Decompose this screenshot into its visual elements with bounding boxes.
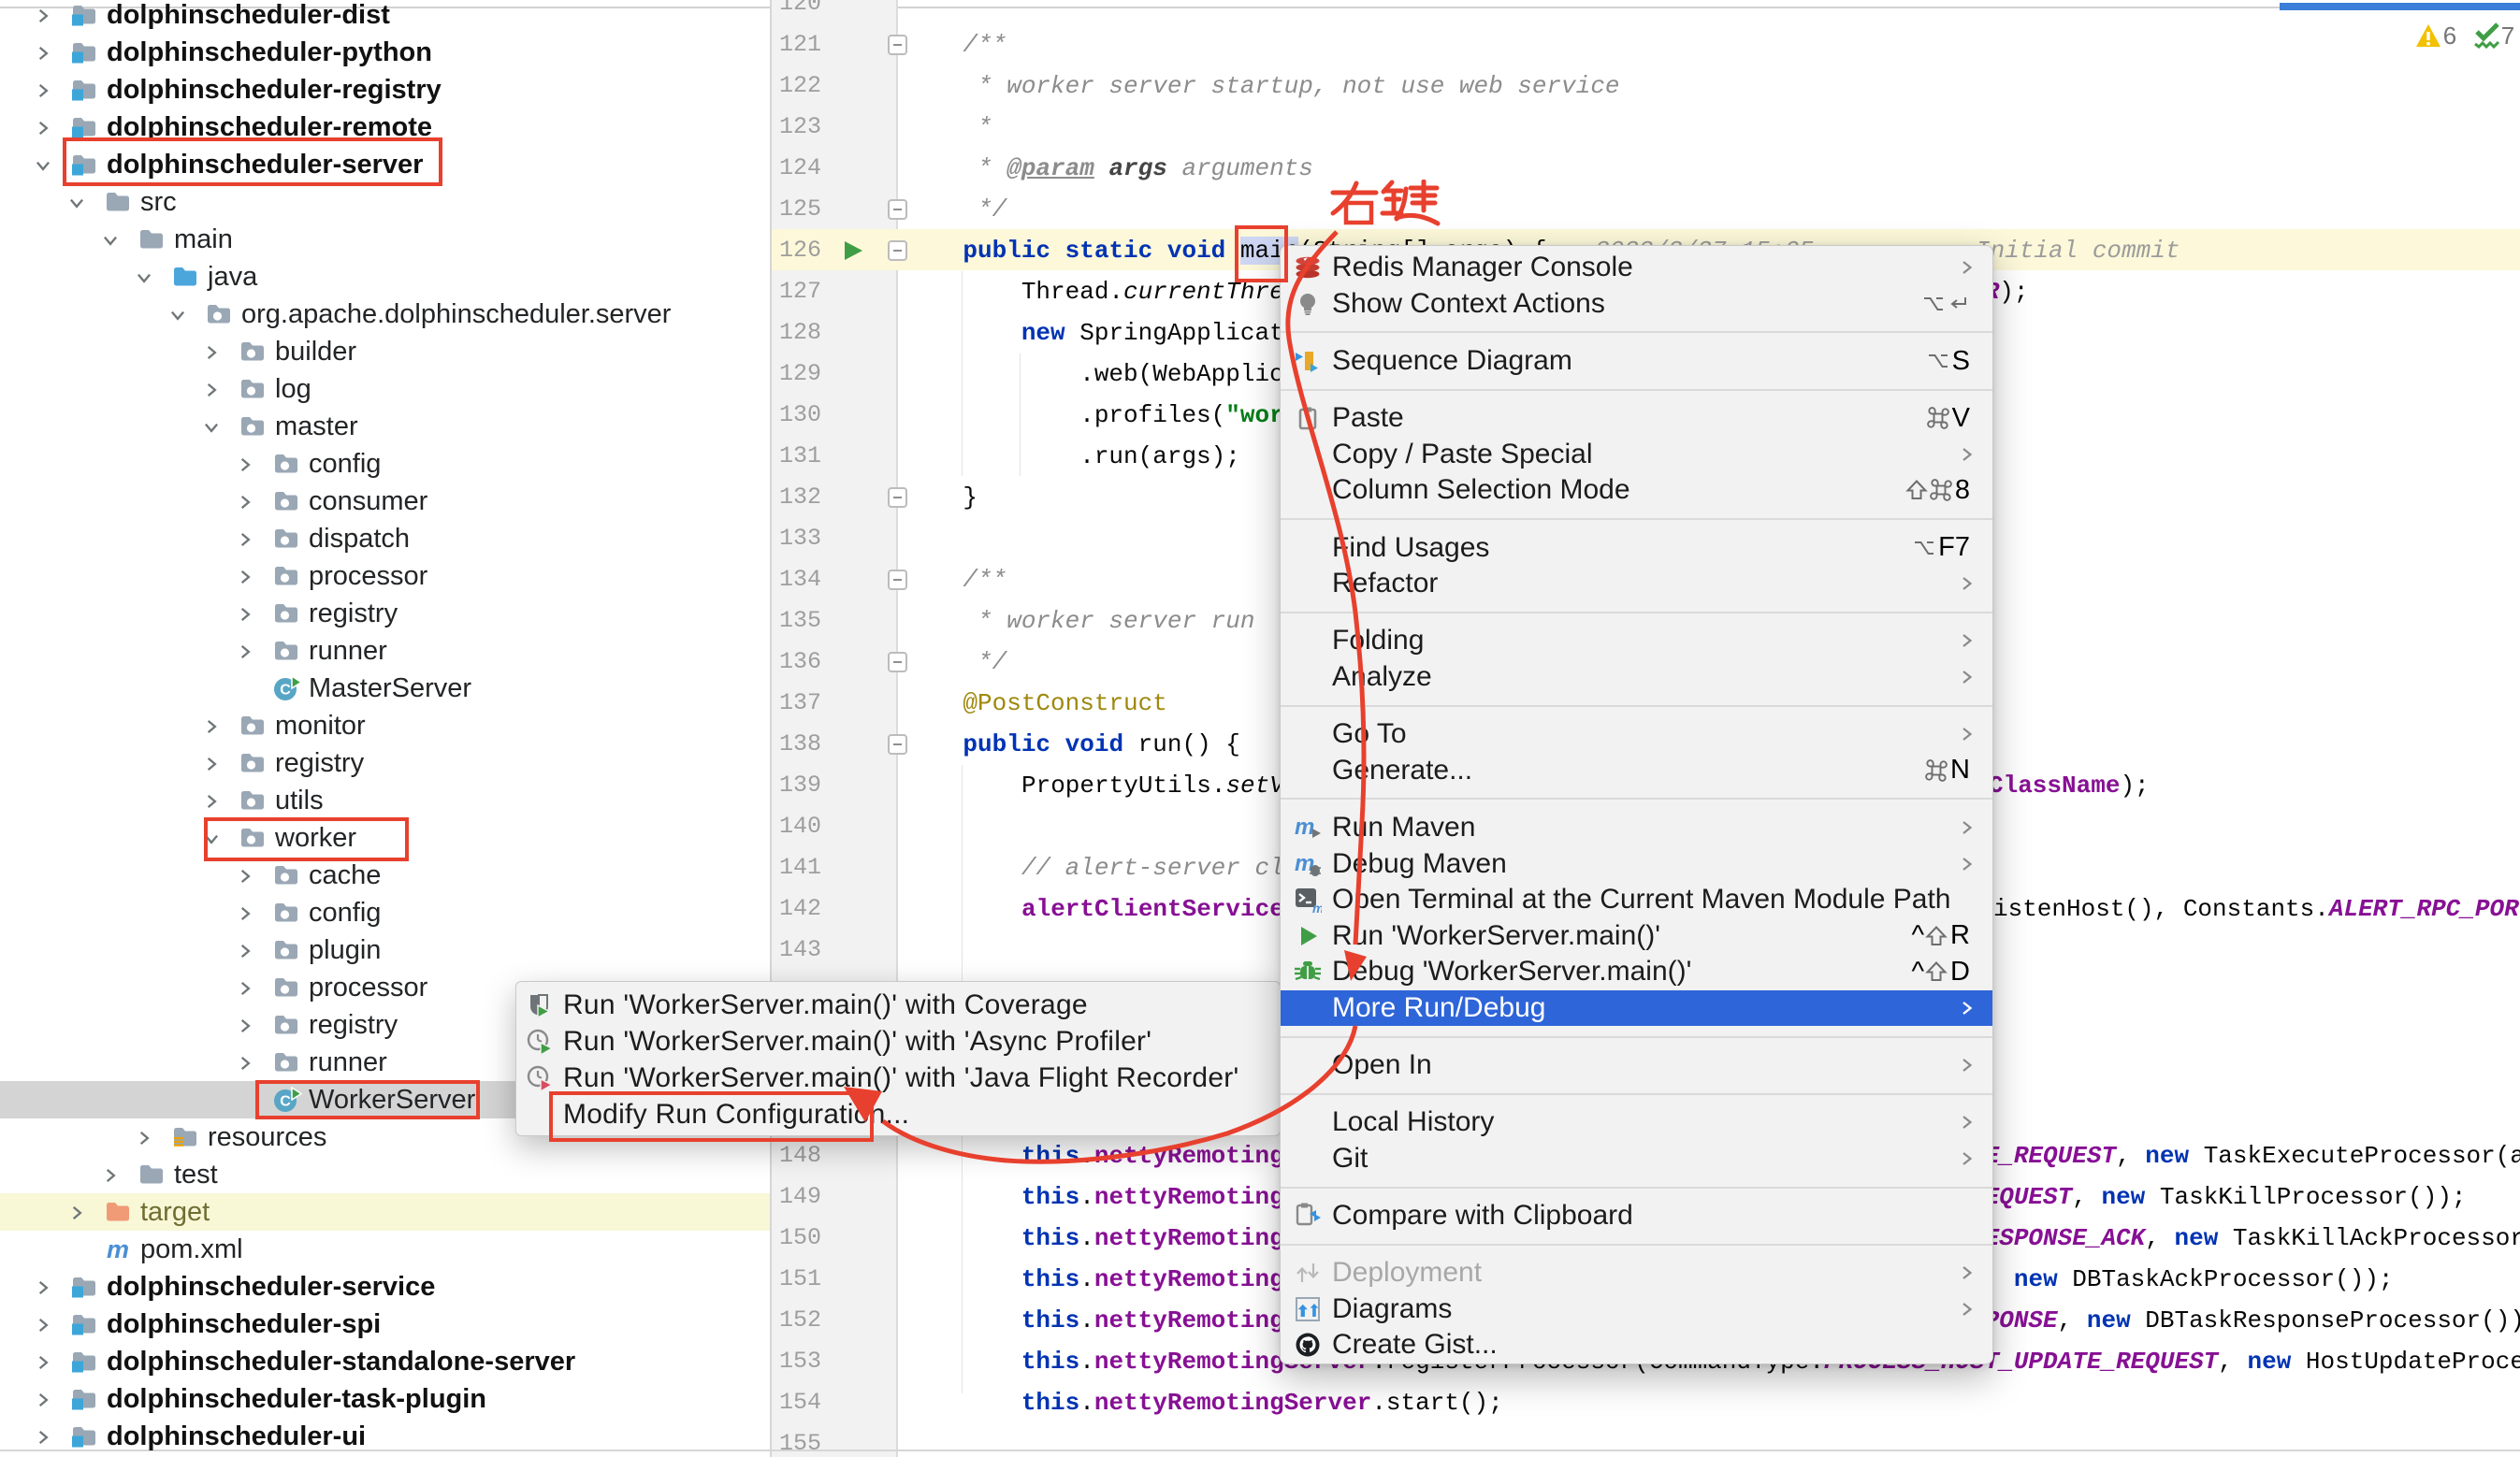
svg-text:m: m (1312, 901, 1322, 914)
svg-text:m: m (107, 1236, 129, 1262)
svg-text:m: m (1295, 815, 1314, 840)
svg-text:C: C (280, 683, 291, 699)
